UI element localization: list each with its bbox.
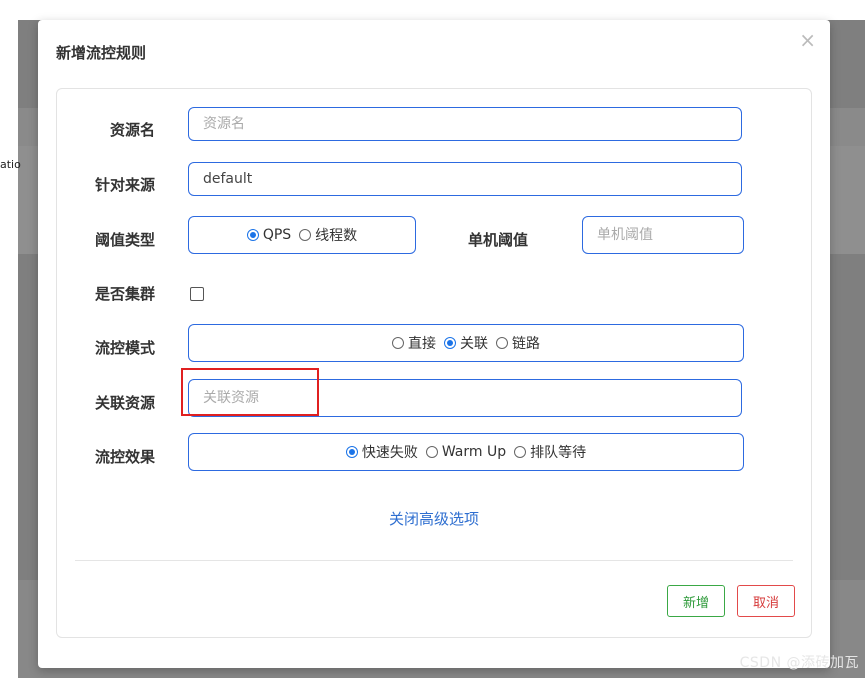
toggle-advanced-options-link[interactable]: 关闭高级选项 — [57, 508, 811, 529]
resource-label: 资源名 — [109, 121, 155, 139]
background-text: atio — [0, 158, 21, 171]
flow-effect-label: 流控效果 — [94, 448, 155, 466]
cluster-label: 是否集群 — [94, 285, 155, 303]
add-button[interactable]: 新增 — [667, 585, 725, 617]
dialog-title: 新增流控规则 — [56, 44, 147, 62]
radio-option-qps[interactable]: QPS — [246, 227, 292, 243]
divider — [75, 560, 793, 561]
radio-label: 链路 — [512, 336, 540, 352]
radio-unselected-icon — [425, 446, 438, 458]
radio-label: 排队等待 — [530, 445, 587, 461]
radio-option-fast-fail[interactable]: 快速失败 — [345, 442, 418, 462]
threshold-type-radio-group: QPS 线程数 — [188, 216, 416, 254]
radio-option-threads[interactable]: 线程数 — [299, 225, 357, 245]
radio-selected-icon — [444, 337, 456, 349]
radio-label: Warm Up — [441, 444, 507, 460]
radio-label: 线程数 — [315, 228, 358, 244]
radio-label: 直接 — [408, 336, 436, 352]
flow-mode-radio-group: 直接 关联 链路 — [188, 324, 744, 362]
single-threshold-input[interactable] — [582, 216, 744, 254]
radio-option-warm-up[interactable]: Warm Up — [425, 444, 507, 460]
close-icon[interactable]: × — [799, 28, 816, 52]
radio-unselected-icon — [299, 229, 312, 241]
threshold-type-label: 阈值类型 — [94, 231, 155, 249]
radio-option-queue[interactable]: 排队等待 — [514, 442, 586, 462]
cancel-button[interactable]: 取消 — [737, 585, 795, 617]
source-label: 针对来源 — [94, 176, 155, 194]
flow-mode-label: 流控模式 — [94, 339, 155, 357]
resource-name-input[interactable] — [188, 107, 742, 141]
radio-option-direct[interactable]: 直接 — [392, 333, 436, 353]
watermark: CSDN @添砖加瓦 — [739, 655, 859, 671]
form-panel: 资源名 针对来源 阈值类型 QPS 线程数 单机阈值 是否集群 流控模式 直接 — [56, 88, 812, 638]
radio-option-chain[interactable]: 链路 — [496, 333, 540, 353]
radio-unselected-icon — [496, 337, 508, 349]
radio-selected-icon — [345, 446, 358, 458]
radio-label: 快速失败 — [361, 445, 418, 461]
single-threshold-label: 单机阈值 — [467, 231, 528, 249]
add-flow-rule-dialog: 新增流控规则 × 资源名 针对来源 阈值类型 QPS 线程数 单机阈值 是否集群… — [38, 20, 830, 668]
radio-label: QPS — [262, 227, 292, 243]
related-resource-label: 关联资源 — [94, 394, 155, 412]
cluster-checkbox[interactable] — [190, 287, 204, 301]
radio-unselected-icon — [514, 446, 527, 458]
highlight-box — [181, 368, 319, 416]
radio-selected-icon — [246, 229, 259, 241]
source-input[interactable] — [188, 162, 742, 196]
flow-effect-radio-group: 快速失败 Warm Up 排队等待 — [188, 433, 744, 471]
radio-option-related[interactable]: 关联 — [444, 333, 488, 353]
radio-label: 关联 — [460, 336, 488, 352]
radio-unselected-icon — [392, 337, 404, 349]
